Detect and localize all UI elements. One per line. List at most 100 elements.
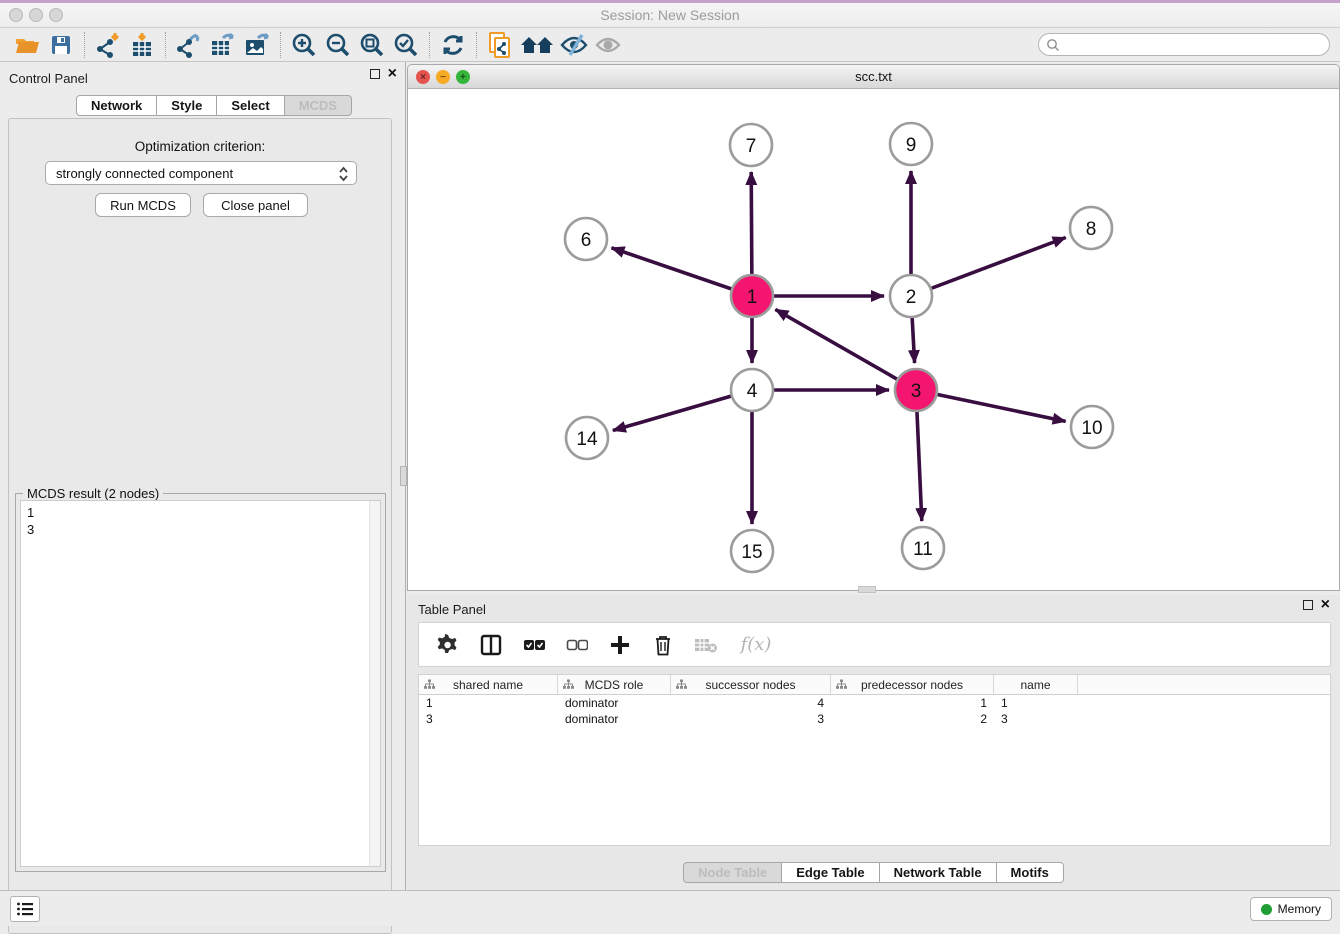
deselect-all-rows-icon[interactable] xyxy=(565,632,589,658)
save-session-icon[interactable] xyxy=(44,30,78,60)
node-label-7: 7 xyxy=(746,136,757,157)
close-panel-icon[interactable]: × xyxy=(388,69,397,79)
table-panel: Table Panel × f(x) shared nameMCDS xyxy=(407,595,1340,890)
select-all-rows-icon[interactable] xyxy=(522,632,546,658)
tab-select[interactable]: Select xyxy=(217,95,284,116)
network-window-title: scc.txt xyxy=(408,69,1339,84)
first-neighbors-icon[interactable] xyxy=(517,30,557,60)
tab-network-table[interactable]: Network Table xyxy=(880,862,997,883)
zoom-selected-icon[interactable] xyxy=(389,30,423,60)
toolbar-separator xyxy=(280,32,281,58)
memory-label: Memory xyxy=(1278,902,1321,916)
table-cell[interactable]: 2 xyxy=(831,712,994,726)
delete-table-icon[interactable] xyxy=(694,632,718,658)
clone-network-icon[interactable] xyxy=(483,30,517,60)
column-header-MCDS-role[interactable]: MCDS role xyxy=(558,675,671,694)
table-cell[interactable]: 1 xyxy=(419,696,558,710)
table-tabs: Node Table Edge Table Network Table Moti… xyxy=(407,862,1340,883)
tab-style[interactable]: Style xyxy=(157,95,217,116)
task-history-button[interactable] xyxy=(10,896,40,922)
toolbar-separator xyxy=(476,32,477,58)
edge-3-10[interactable] xyxy=(916,390,1066,421)
import-table-icon[interactable] xyxy=(125,30,159,60)
node-table-header: shared nameMCDS rolesuccessor nodesprede… xyxy=(419,675,1330,695)
status-bar: Memory xyxy=(0,890,1340,926)
close-panel-button[interactable]: Close panel xyxy=(203,193,308,217)
column-header-name[interactable]: name xyxy=(994,675,1078,694)
table-settings-icon[interactable] xyxy=(436,632,460,658)
column-header-shared-name[interactable]: shared name xyxy=(419,675,558,694)
search-field[interactable] xyxy=(1038,33,1330,56)
node-label-6: 6 xyxy=(581,230,592,251)
tab-motifs[interactable]: Motifs xyxy=(997,862,1064,883)
apply-layout-icon[interactable] xyxy=(436,30,470,60)
export-network-icon[interactable] xyxy=(172,30,206,60)
float-panel-icon[interactable] xyxy=(370,69,380,79)
import-network-icon[interactable] xyxy=(91,30,125,60)
hide-selected-icon[interactable] xyxy=(557,30,591,60)
criterion-dropdown[interactable]: strongly connected component xyxy=(45,161,357,185)
zoom-out-icon[interactable] xyxy=(321,30,355,60)
search-icon xyxy=(1046,38,1060,52)
tab-mcds[interactable]: MCDS xyxy=(285,95,352,116)
table-panel-title: Table Panel xyxy=(418,602,486,617)
node-label-14: 14 xyxy=(576,429,598,450)
open-session-icon[interactable] xyxy=(10,30,44,60)
table-cell[interactable]: dominator xyxy=(558,712,671,726)
vertical-splitter-grip[interactable] xyxy=(400,466,407,486)
node-table[interactable]: shared nameMCDS rolesuccessor nodesprede… xyxy=(418,674,1331,846)
toolbar-separator xyxy=(84,32,85,58)
app-titlebar: Session: New Session xyxy=(0,0,1340,28)
table-cell[interactable]: 3 xyxy=(419,712,558,726)
function-builder-icon[interactable]: f(x) xyxy=(737,632,775,658)
search-input[interactable] xyxy=(1064,38,1329,52)
network-window-titlebar[interactable]: × − + scc.txt xyxy=(408,65,1339,89)
result-scrollbar[interactable] xyxy=(369,501,380,866)
table-cell[interactable]: 3 xyxy=(671,712,831,726)
horizontal-splitter-grip[interactable] xyxy=(858,586,876,593)
chevron-updown-icon xyxy=(338,166,349,182)
table-cell[interactable]: 4 xyxy=(671,696,831,710)
node-label-1: 1 xyxy=(747,287,758,308)
node-label-11: 11 xyxy=(913,539,933,560)
zoom-fit-icon[interactable] xyxy=(355,30,389,60)
mcds-result-text[interactable]: 1 3 xyxy=(20,500,381,867)
run-mcds-button[interactable]: Run MCDS xyxy=(95,193,191,217)
edge-3-1[interactable] xyxy=(775,309,916,390)
toolbar-separator xyxy=(165,32,166,58)
table-cell[interactable]: 1 xyxy=(994,696,1078,710)
show-columns-icon[interactable] xyxy=(479,632,503,658)
float-table-panel-icon[interactable] xyxy=(1303,600,1313,610)
table-cell[interactable]: 3 xyxy=(994,712,1078,726)
node-label-3: 3 xyxy=(911,381,922,402)
network-canvas[interactable]: 1234678910111415 xyxy=(408,89,1339,590)
memory-button[interactable]: Memory xyxy=(1250,897,1332,921)
tab-edge-table[interactable]: Edge Table xyxy=(782,862,879,883)
tab-node-table[interactable]: Node Table xyxy=(683,862,782,883)
tab-network[interactable]: Network xyxy=(76,95,157,116)
fx-label: f(x) xyxy=(741,634,772,655)
table-cell[interactable]: 1 xyxy=(831,696,994,710)
close-table-panel-icon[interactable]: × xyxy=(1321,600,1330,610)
control-panel-title: Control Panel xyxy=(9,71,88,86)
node-label-15: 15 xyxy=(741,542,762,563)
add-column-icon[interactable] xyxy=(608,632,632,658)
export-table-icon[interactable] xyxy=(206,30,240,60)
table-row[interactable]: 3dominator323 xyxy=(419,711,1330,727)
edge-2-8[interactable] xyxy=(911,238,1066,297)
column-header-successor-nodes[interactable]: successor nodes xyxy=(671,675,831,694)
zoom-in-icon[interactable] xyxy=(287,30,321,60)
control-panel-tabs: Network Style Select MCDS xyxy=(76,95,352,116)
table-cell[interactable]: dominator xyxy=(558,696,671,710)
column-header-predecessor-nodes[interactable]: predecessor nodes xyxy=(831,675,994,694)
node-label-8: 8 xyxy=(1086,219,1097,240)
delete-column-icon[interactable] xyxy=(651,632,675,658)
show-all-icon[interactable] xyxy=(591,30,625,60)
node-label-10: 10 xyxy=(1081,418,1102,439)
node-label-4: 4 xyxy=(747,381,758,402)
table-row[interactable]: 1dominator411 xyxy=(419,695,1330,711)
table-toolbar: f(x) xyxy=(418,622,1331,667)
task-list-icon xyxy=(16,901,34,917)
export-image-icon[interactable] xyxy=(240,30,274,60)
node-table-rows: 1dominator4113dominator323 xyxy=(419,695,1330,727)
